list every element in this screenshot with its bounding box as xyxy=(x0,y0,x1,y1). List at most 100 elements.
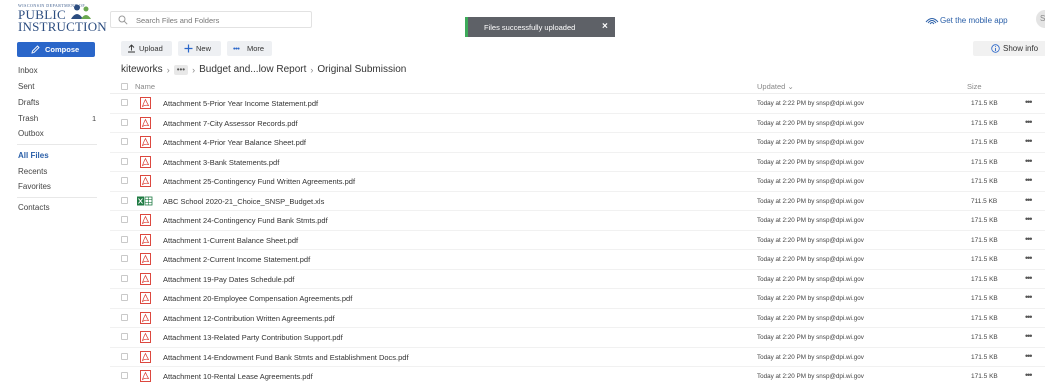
row-checkbox[interactable] xyxy=(121,352,128,360)
sidebar-item-trash[interactable]: Trash xyxy=(18,114,38,123)
more-actions-icon[interactable]: ••• xyxy=(1025,97,1033,107)
breadcrumb: kiteworks › ••• › Budget and...low Report › Or… xyxy=(121,64,406,75)
file-name[interactable]: Attachment 20-Employee Compensation Agre… xyxy=(163,294,352,303)
close-icon[interactable]: × xyxy=(602,21,608,32)
dpi-logo[interactable]: WISCONSIN DEPARTMENT OF PUBLIC INSTRUCTI… xyxy=(17,3,107,35)
row-checkbox[interactable] xyxy=(121,372,128,379)
sidebar-item-sent[interactable]: Sent xyxy=(18,82,34,91)
column-name[interactable]: Name xyxy=(135,82,155,91)
file-updated: Today at 2:20 PM by snsp@dpi.wi.gov xyxy=(757,295,864,302)
file-name[interactable]: Attachment 4-Prior Year Balance Sheet.pd… xyxy=(163,138,306,147)
file-updated: Today at 2:20 PM by snsp@dpi.wi.gov xyxy=(757,217,864,224)
file-name[interactable]: Attachment 19-Pay Dates Schedule.pdf xyxy=(163,275,294,284)
file-name[interactable]: Attachment 3-Bank Statements.pdf xyxy=(163,158,279,167)
more-actions-icon[interactable]: ••• xyxy=(1025,312,1033,322)
breadcrumb-root[interactable]: kiteworks xyxy=(121,64,163,75)
file-updated: Today at 2:22 PM by snsp@dpi.wi.gov xyxy=(757,100,864,107)
more-actions-icon[interactable]: ••• xyxy=(1025,292,1033,302)
file-size: 171.5 KB xyxy=(971,275,998,283)
file-name[interactable]: ABC School 2020-21_Choice_SNSP_Budget.xl… xyxy=(163,197,324,206)
more-actions-icon[interactable]: ••• xyxy=(1025,370,1033,380)
file-name[interactable]: Attachment 5-Prior Year Income Statement… xyxy=(163,99,318,108)
table-row[interactable]: Attachment 20-Employee Compensation Agre… xyxy=(110,289,1045,309)
table-row[interactable]: Attachment 25-Contingency Fund Written A… xyxy=(110,172,1045,192)
file-name[interactable]: Attachment 25-Contingency Fund Written A… xyxy=(163,177,355,186)
table-row[interactable]: Attachment 2-Current Income Statement.pd… xyxy=(110,250,1045,270)
upload-toast: Files successfully uploaded × xyxy=(465,17,615,37)
compose-button[interactable]: Compose xyxy=(17,42,95,57)
more-actions-icon[interactable]: ••• xyxy=(1025,117,1033,127)
sidebar-item-favorites[interactable]: Favorites xyxy=(18,182,51,191)
file-size: 171.5 KB xyxy=(971,236,998,244)
column-size[interactable]: Size xyxy=(967,82,982,91)
pdf-file-icon xyxy=(140,136,151,148)
more-actions-icon[interactable]: ••• xyxy=(1025,253,1033,263)
row-checkbox[interactable] xyxy=(121,216,128,223)
search-input[interactable]: Search Files and Folders xyxy=(110,11,312,28)
table-row[interactable]: Attachment 12-Contribution Written Agree… xyxy=(110,309,1045,328)
file-size: 171.5 KB xyxy=(971,100,998,107)
table-row[interactable]: Attachment 13-Related Party Contribution… xyxy=(110,328,1045,348)
row-checkbox[interactable] xyxy=(121,294,128,301)
more-actions-icon[interactable]: ••• xyxy=(1025,136,1033,146)
more-actions-icon[interactable]: ••• xyxy=(1025,273,1033,283)
row-checkbox[interactable] xyxy=(121,196,128,204)
show-info-button[interactable]: Show info xyxy=(973,41,1045,56)
file-name[interactable]: Attachment 2-Current Income Statement.pd… xyxy=(163,255,310,264)
upload-button[interactable]: Upload xyxy=(121,41,172,56)
table-row[interactable]: Attachment 24-Contingency Fund Bank Stmt… xyxy=(110,211,1045,231)
pdf-file-icon xyxy=(140,350,151,363)
sidebar-item-all-files[interactable]: All Files xyxy=(18,151,49,160)
avatar[interactable]: S xyxy=(1036,10,1045,28)
file-name[interactable]: Attachment 24-Contingency Fund Bank Stmt… xyxy=(163,216,328,225)
file-name[interactable]: Attachment 10-Rental Lease Agreements.pd… xyxy=(163,372,313,381)
row-checkbox[interactable] xyxy=(121,157,128,165)
row-checkbox[interactable] xyxy=(121,118,128,126)
more-actions-icon[interactable]: ••• xyxy=(1025,351,1033,361)
table-row[interactable]: Attachment 4-Prior Year Balance Sheet.pd… xyxy=(110,133,1045,153)
more-actions-icon[interactable]: ••• xyxy=(1025,331,1033,341)
table-row[interactable]: Attachment 19-Pay Dates Schedule.pdf Toda… xyxy=(110,270,1045,289)
row-checkbox[interactable] xyxy=(121,333,128,340)
row-checkbox[interactable] xyxy=(121,255,128,262)
file-name[interactable]: Attachment 14-Endowment Fund Bank Stmts … xyxy=(163,353,409,362)
file-name[interactable]: Attachment 1-Current Balance Sheet.pdf xyxy=(163,236,298,245)
new-button[interactable]: New xyxy=(178,41,221,56)
table-row[interactable]: Attachment 7-City Assessor Records.pdf To… xyxy=(110,114,1045,133)
upload-label: Upload xyxy=(139,44,163,53)
row-checkbox[interactable] xyxy=(121,274,128,282)
more-actions-icon[interactable]: ••• xyxy=(1025,195,1033,205)
row-checkbox[interactable] xyxy=(121,99,128,106)
row-checkbox[interactable] xyxy=(121,138,128,145)
select-all-checkbox[interactable] xyxy=(121,83,128,90)
sidebar-item-outbox[interactable]: Outbox xyxy=(18,129,44,138)
sidebar-item-recents[interactable]: Recents xyxy=(18,167,47,176)
more-actions-icon[interactable]: ••• xyxy=(1025,234,1033,244)
breadcrumb-middle[interactable]: Budget and...low Report xyxy=(199,64,306,75)
table-row[interactable]: Attachment 5-Prior Year Income Statement… xyxy=(110,94,1045,114)
info-icon xyxy=(991,44,1000,53)
file-name[interactable]: Attachment 13-Related Party Contribution… xyxy=(163,333,343,342)
more-actions-icon[interactable]: ••• xyxy=(1025,175,1033,185)
file-name[interactable]: Attachment 12-Contribution Written Agree… xyxy=(163,314,335,323)
more-actions-icon[interactable]: ••• xyxy=(1025,214,1033,224)
sidebar-item-inbox[interactable]: Inbox xyxy=(18,66,38,75)
table-row[interactable]: Attachment 10-Rental Lease Agreements.pd… xyxy=(110,367,1045,383)
more-actions-icon[interactable]: ••• xyxy=(1025,156,1033,166)
chevron-right-icon: › xyxy=(192,64,196,75)
column-updated[interactable]: Updated ⌄ xyxy=(757,82,794,91)
sidebar-item-drafts[interactable]: Drafts xyxy=(18,98,39,107)
breadcrumb-ellipsis[interactable]: ••• xyxy=(173,64,189,75)
table-row[interactable]: ABC School 2020-21_Choice_SNSP_Budget.xl… xyxy=(110,192,1045,211)
row-checkbox[interactable] xyxy=(121,235,128,243)
table-row[interactable]: Attachment 1-Current Balance Sheet.pdf To… xyxy=(110,231,1045,250)
file-name[interactable]: Attachment 7-City Assessor Records.pdf xyxy=(163,119,298,128)
sidebar-item-contacts[interactable]: Contacts xyxy=(18,203,50,212)
more-label: More xyxy=(247,44,265,53)
table-row[interactable]: Attachment 3-Bank Statements.pdf Today at… xyxy=(110,153,1045,172)
more-button[interactable]: ••• More xyxy=(227,41,272,56)
table-row[interactable]: Attachment 14-Endowment Fund Bank Stmts … xyxy=(110,348,1045,367)
row-checkbox[interactable] xyxy=(121,177,128,184)
row-checkbox[interactable] xyxy=(121,313,128,321)
excel-file-icon xyxy=(137,196,153,205)
